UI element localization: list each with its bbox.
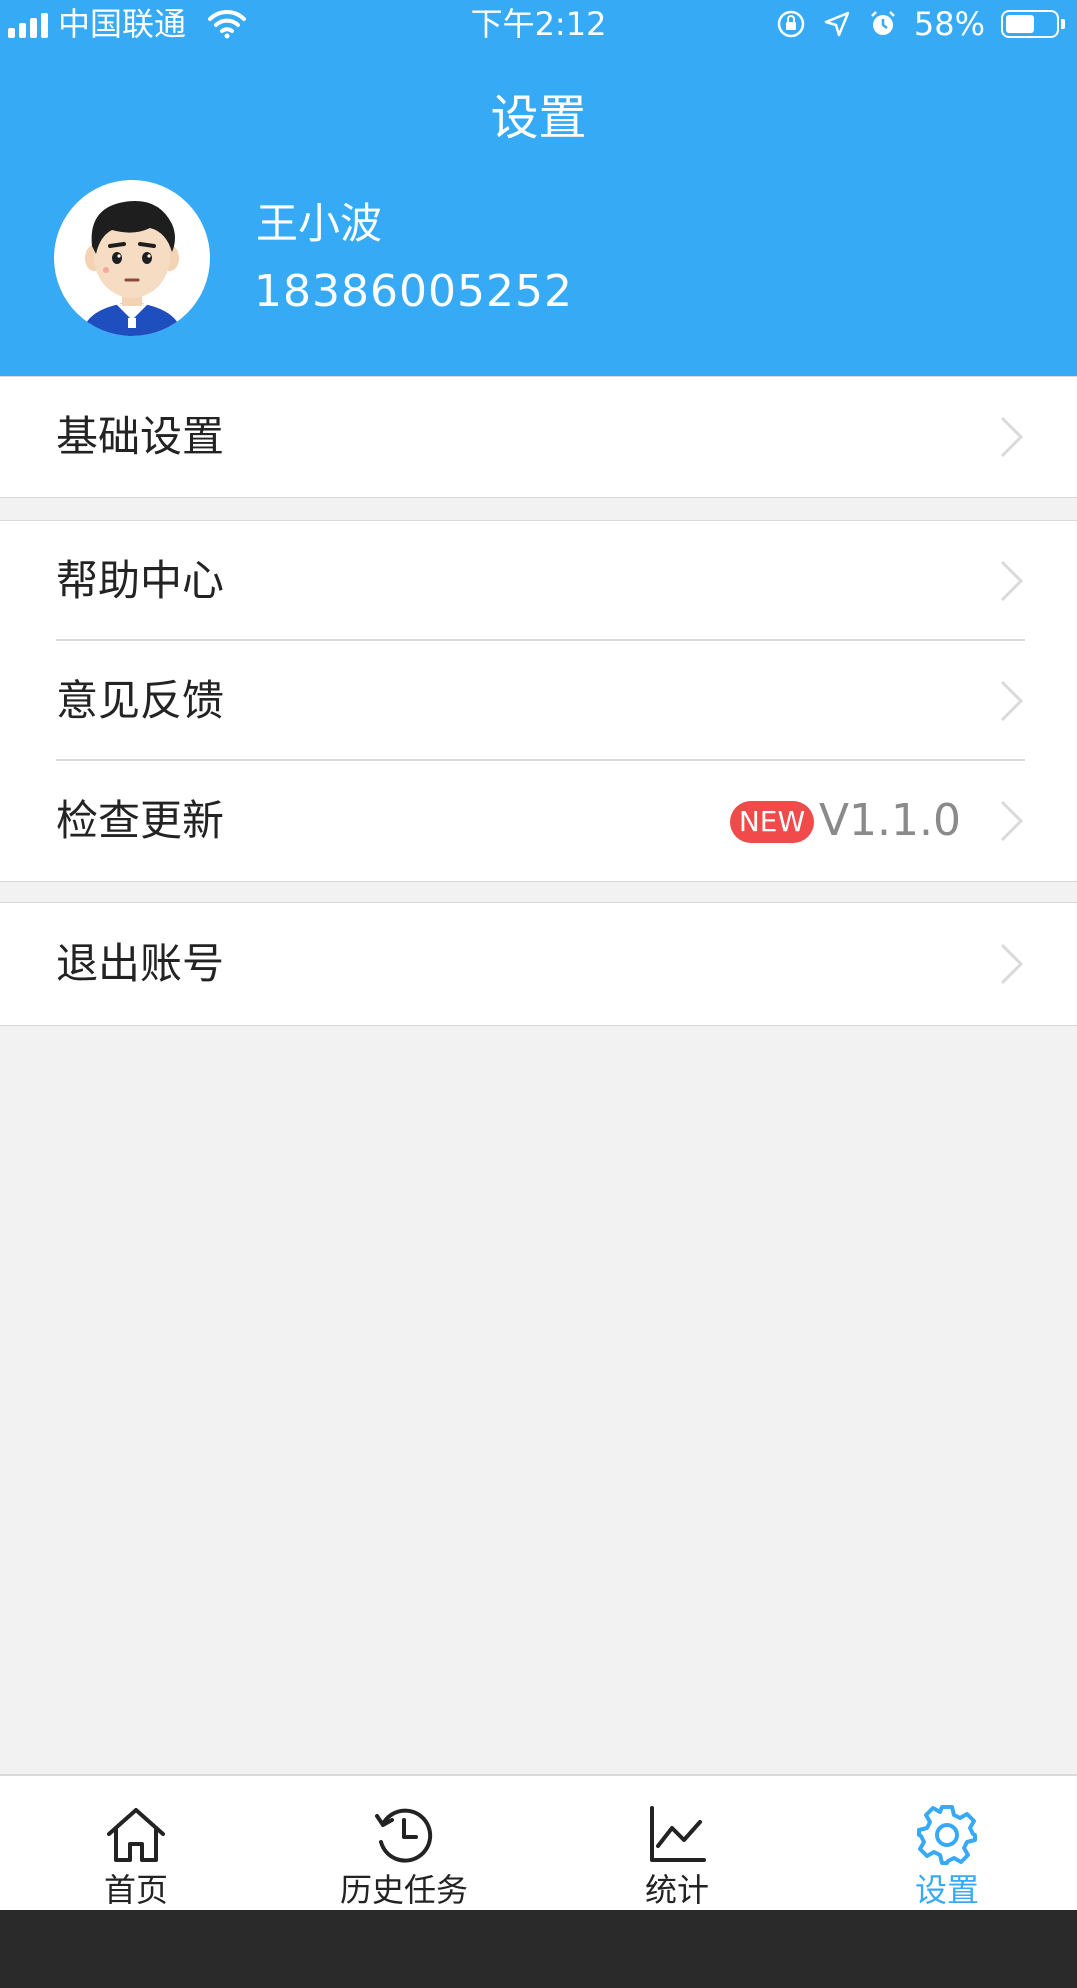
help-center-label: 帮助中心	[56, 556, 225, 605]
menu-item-basic-settings[interactable]: 基础设置	[0, 377, 1077, 497]
gear-icon	[917, 1805, 977, 1865]
version-label: V1.1.0	[818, 795, 961, 846]
chevron-right-icon	[1000, 680, 1024, 722]
tab-statistics-label: 统计	[644, 1871, 709, 1909]
menu-item-help-center[interactable]: 帮助中心	[0, 521, 1077, 641]
settings-group-basic: 基础设置	[0, 376, 1077, 498]
home-icon	[107, 1808, 165, 1862]
tab-home[interactable]: 首页	[51, 1776, 221, 1912]
basic-settings-label: 基础设置	[56, 412, 225, 461]
menu-item-feedback[interactable]: 意见反馈	[0, 641, 1077, 761]
chart-icon	[650, 1806, 706, 1862]
chevron-right-icon	[1000, 560, 1024, 602]
chevron-right-icon	[1000, 800, 1024, 842]
history-icon	[375, 1808, 433, 1863]
feedback-label: 意见反馈	[56, 676, 225, 725]
chevron-right-icon	[1000, 943, 1024, 985]
chevron-right-icon	[1000, 416, 1024, 458]
menu-item-check-update[interactable]: 检查更新 NEW V1.1.0	[0, 761, 1077, 881]
tab-settings[interactable]: 设置	[862, 1776, 1032, 1912]
rotation-lock-icon	[777, 10, 805, 38]
user-phone: 18386005252	[254, 266, 573, 317]
tab-home-label: 首页	[103, 1871, 168, 1909]
bottom-strip	[0, 1910, 1077, 1988]
user-name: 王小波	[256, 199, 383, 248]
location-icon	[824, 11, 850, 37]
status-bar: 中国联通 下午2:12 58%	[0, 0, 1077, 48]
tab-history-label: 历史任务	[339, 1871, 468, 1909]
battery-icon	[1001, 10, 1065, 38]
status-right: 58%	[776, 0, 1065, 48]
new-badge: NEW	[730, 801, 814, 843]
battery-percent: 58%	[913, 5, 985, 43]
logout-label: 退出账号	[56, 939, 225, 988]
tab-statistics[interactable]: 统计	[592, 1776, 762, 1912]
header: 中国联通 下午2:12 58% 设置 王小波 18386005252	[0, 0, 1077, 376]
avatar[interactable]	[54, 180, 210, 336]
page-title: 设置	[490, 90, 587, 146]
tab-bar: 首页 历史任务 统计 设置	[0, 1774, 1077, 1910]
avatar-illustration	[82, 200, 182, 336]
alarm-icon	[870, 11, 895, 35]
menu-item-logout[interactable]: 退出账号	[0, 903, 1077, 1025]
settings-group-support: 帮助中心 意见反馈 检查更新 NEW V1.1.0	[0, 520, 1077, 882]
tab-history[interactable]: 历史任务	[319, 1776, 489, 1912]
tab-settings-label: 设置	[914, 1871, 979, 1909]
check-update-label: 检查更新	[56, 796, 225, 845]
settings-group-account: 退出账号	[0, 902, 1077, 1026]
